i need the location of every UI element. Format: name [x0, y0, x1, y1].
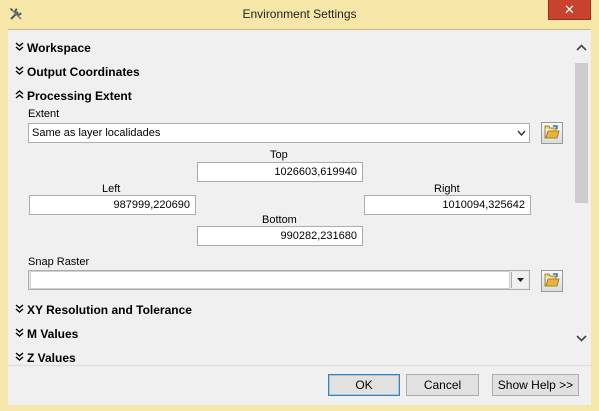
snap-raster-dropdown[interactable]: [28, 270, 530, 290]
scroll-down-button[interactable]: [575, 333, 588, 345]
extent-dropdown[interactable]: Same as layer localidades: [28, 123, 530, 143]
open-folder-icon: [544, 124, 560, 142]
section-xy-resolution[interactable]: XY Resolution and Tolerance: [14, 302, 192, 318]
section-z-values-label: Z Values: [27, 351, 76, 365]
environment-settings-window: Environment Settings ✕ Workspace Output …: [0, 0, 599, 411]
chevron-down-icon: [513, 128, 529, 138]
snap-raster-label: Snap Raster: [28, 256, 90, 268]
right-input[interactable]: 1010094,325642: [364, 195, 531, 215]
snap-raster-value: [30, 271, 510, 289]
vertical-scrollbar[interactable]: [572, 30, 591, 365]
chevron-double-down-icon: [14, 328, 24, 340]
chevron-double-up-icon: [14, 90, 24, 102]
chevron-down-icon: [511, 272, 528, 288]
left-input[interactable]: 987999,220690: [29, 195, 196, 215]
chevron-down-icon: [576, 333, 587, 345]
settings-panel: Workspace Output Coordinates Processing …: [8, 30, 572, 365]
window-title: Environment Settings: [242, 7, 357, 21]
chevron-double-down-icon: [14, 304, 24, 316]
section-workspace[interactable]: Workspace: [14, 40, 91, 56]
top-label: Top: [270, 149, 288, 161]
close-button[interactable]: ✕: [548, 0, 591, 20]
bottom-label: Bottom: [262, 214, 297, 226]
chevron-double-down-icon: [14, 42, 24, 54]
section-m-values[interactable]: M Values: [14, 326, 78, 342]
section-z-values[interactable]: Z Values: [14, 350, 76, 365]
left-label: Left: [102, 183, 121, 195]
bottom-input[interactable]: 990282,231680: [197, 226, 363, 246]
section-output-coordinates[interactable]: Output Coordinates: [14, 64, 140, 80]
title-bar: Environment Settings ✕: [0, 0, 599, 29]
extent-dropdown-value: Same as layer localidades: [32, 127, 161, 139]
chevron-up-icon: [576, 42, 587, 54]
section-processing-extent-label: Processing Extent: [27, 89, 132, 103]
chevron-double-down-icon: [14, 66, 24, 78]
button-bar: OK Cancel Show Help >>: [8, 365, 591, 405]
dialog-body: Workspace Output Coordinates Processing …: [8, 29, 591, 405]
section-workspace-label: Workspace: [27, 41, 91, 55]
section-output-coordinates-label: Output Coordinates: [27, 65, 140, 79]
right-label: Right: [434, 183, 460, 195]
section-processing-extent[interactable]: Processing Extent: [14, 88, 132, 104]
extent-browse-button[interactable]: [541, 122, 563, 144]
chevron-double-down-icon: [14, 352, 24, 364]
cancel-button[interactable]: Cancel: [406, 374, 479, 396]
extent-label: Extent: [28, 108, 60, 120]
section-xy-resolution-label: XY Resolution and Tolerance: [27, 303, 192, 317]
top-input[interactable]: 1026603,619940: [197, 162, 363, 182]
scroll-thumb[interactable]: [575, 63, 588, 203]
scroll-up-button[interactable]: [575, 42, 588, 54]
close-icon: ✕: [564, 2, 575, 17]
show-help-button[interactable]: Show Help >>: [492, 374, 579, 396]
open-folder-icon: [544, 272, 560, 290]
snap-raster-browse-button[interactable]: [541, 270, 563, 292]
ok-button[interactable]: OK: [328, 374, 400, 396]
section-m-values-label: M Values: [27, 327, 79, 341]
